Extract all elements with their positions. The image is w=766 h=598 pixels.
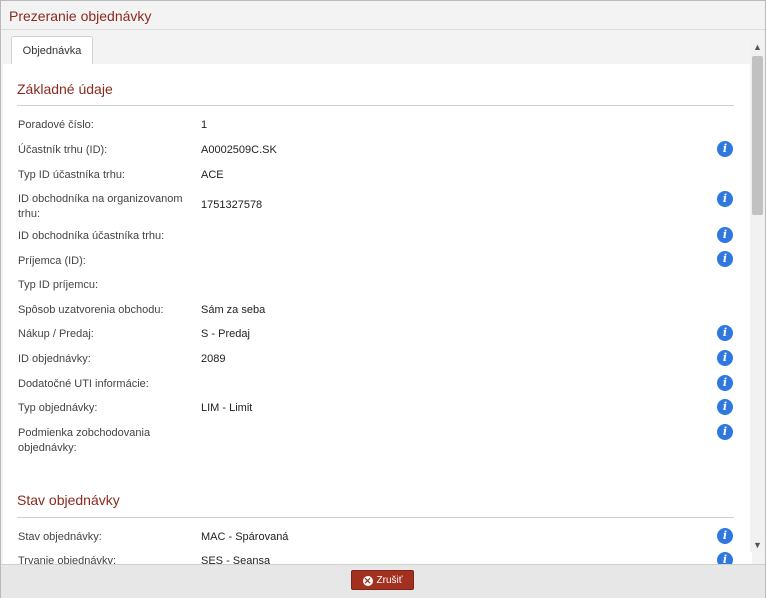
value-trader-id-organized-market: 1751327578	[201, 199, 263, 211]
label-order-duration: Trvanie objednávky:	[18, 555, 117, 564]
cancel-button[interactable]: ✕ Zrušiť	[351, 570, 414, 590]
vertical-scrollbar[interactable]: ▲ ▼	[750, 40, 765, 552]
label-participant-trader-id: ID obchodníka účastníka trhu:	[18, 230, 165, 242]
info-icon[interactable]: i	[717, 191, 733, 207]
cancel-button-label: Zrušiť	[376, 575, 403, 586]
info-icon[interactable]: i	[717, 251, 733, 267]
label-order-status: Stav objednávky:	[18, 531, 102, 543]
label-additional-uti-info: Dodatočné UTI informácie:	[18, 378, 149, 390]
info-icon[interactable]: i	[717, 375, 733, 391]
label-order-execution-condition: Podmienka zobchodovania objednávky:	[18, 427, 151, 454]
info-icon[interactable]: i	[717, 227, 733, 243]
value-participant-id-type: ACE	[201, 169, 224, 181]
value-order-id: 2089	[201, 353, 226, 365]
order-details-panel: Základné údaje Poradové číslo: 1 Účastní…	[3, 64, 752, 564]
label-participant-id-type: Typ ID účastníka trhu:	[18, 169, 125, 181]
label-recipient-id: Príjemca (ID):	[18, 255, 86, 267]
info-icon[interactable]: i	[717, 350, 733, 366]
dialog-footer: ✕ Zrušiť	[1, 564, 765, 598]
value-sequence-number: 1	[201, 119, 208, 131]
info-icon[interactable]: i	[717, 552, 733, 564]
value-market-participant-id: A0002509C.SK	[201, 144, 277, 156]
value-trade-closing-method: Sám za seba	[201, 304, 266, 316]
label-sequence-number: Poradové číslo:	[18, 119, 94, 131]
close-circle-icon: ✕	[362, 576, 373, 586]
tab-order[interactable]: Objednávka	[11, 36, 93, 66]
info-icon[interactable]: i	[717, 424, 733, 440]
value-order-type: LIM - Limit	[201, 402, 253, 414]
dialog-title: Prezeranie objednávky	[9, 8, 152, 24]
label-recipient-id-type: Typ ID príjemcu:	[18, 279, 99, 291]
tab-bar: Objednávka	[1, 29, 765, 66]
info-icon[interactable]: i	[717, 325, 733, 341]
label-buy-sell: Nákup / Predaj:	[18, 328, 94, 340]
section-title-basic: Základné údaje	[17, 81, 113, 97]
value-order-duration: SES - Seansa	[201, 555, 271, 564]
chevron-up-icon[interactable]: ▲	[750, 40, 765, 54]
label-market-participant-id: Účastník trhu (ID):	[18, 144, 108, 156]
label-trader-id-organized-market: ID obchodníka na organizovanom trhu:	[18, 193, 183, 220]
scrollbar-thumb[interactable]	[752, 56, 763, 215]
divider	[17, 105, 734, 106]
info-icon[interactable]: i	[717, 399, 733, 415]
label-order-id: ID objednávky:	[18, 353, 91, 365]
value-order-status: MAC - Spárovaná	[201, 531, 289, 543]
order-view-dialog: Prezeranie objednávky Objednávka Základn…	[0, 0, 766, 598]
info-icon[interactable]: i	[717, 141, 733, 157]
info-icon[interactable]: i	[717, 528, 733, 544]
section-title-status: Stav objednávky	[17, 492, 120, 508]
divider	[17, 517, 734, 518]
chevron-down-icon[interactable]: ▼	[750, 538, 765, 552]
label-order-type: Typ objednávky:	[18, 402, 98, 414]
label-trade-closing-method: Spôsob uzatvorenia obchodu:	[18, 304, 164, 316]
value-buy-sell: S - Predaj	[201, 328, 250, 340]
